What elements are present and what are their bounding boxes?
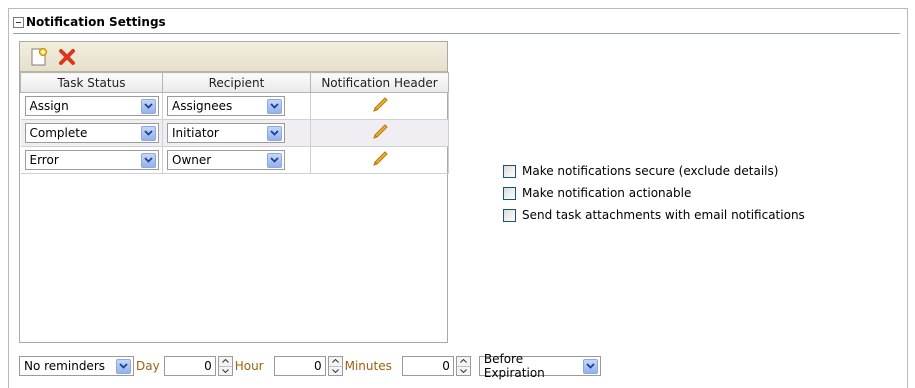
section-title: Notification Settings [26, 15, 166, 29]
edit-header-button[interactable] [371, 123, 389, 144]
minutes-spinner[interactable]: 0 [401, 356, 471, 376]
decrement-icon[interactable] [457, 367, 470, 376]
send-attachments-checkbox[interactable] [503, 208, 516, 222]
recipient-select[interactable]: Initiator [167, 123, 285, 143]
edit-header-button[interactable] [371, 96, 389, 117]
table-row[interactable]: Assign Assignees [20, 92, 449, 120]
chevron-down-icon[interactable] [267, 125, 282, 141]
chevron-down-icon[interactable] [140, 125, 156, 141]
add-document-icon [31, 47, 48, 65]
delete-x-icon [59, 48, 75, 65]
table-row[interactable]: Error Owner [20, 146, 449, 174]
delete-notification-button[interactable] [56, 46, 78, 68]
send-attachments-option[interactable]: Send task attachments with email notific… [503, 204, 805, 226]
chevron-down-icon[interactable] [140, 152, 156, 168]
edit-header-button[interactable] [371, 150, 389, 171]
pencil-icon [372, 96, 388, 112]
notification-options: Make notifications secure (exclude detai… [503, 160, 805, 226]
column-header-notification-header[interactable]: Notification Header [310, 72, 449, 93]
decrement-icon[interactable] [329, 367, 342, 376]
day-spinner[interactable]: 0 [163, 356, 233, 376]
actionable-notification-checkbox[interactable] [503, 186, 516, 200]
recipient-value: Initiator [172, 126, 219, 140]
minutes-label: Minutes [344, 359, 392, 373]
notifications-table-panel: Task Status Recipient Notification Heade… [19, 41, 449, 343]
section-header[interactable]: Notification Settings [13, 13, 893, 31]
checkbox-label: Send task attachments with email notific… [522, 208, 805, 222]
checkbox-label: Make notifications secure (exclude detai… [522, 164, 779, 178]
column-header-task-status[interactable]: Task Status [20, 72, 163, 93]
table-toolbar [20, 42, 447, 72]
section-divider [13, 33, 900, 34]
task-status-value: Assign [29, 99, 69, 113]
add-notification-button[interactable] [28, 46, 50, 68]
secure-notifications-checkbox[interactable] [503, 164, 516, 178]
recipient-select[interactable]: Owner [167, 150, 285, 170]
task-status-select[interactable]: Assign [24, 96, 159, 116]
reminder-select[interactable]: No reminders [19, 356, 134, 376]
hour-label: Hour [234, 359, 264, 373]
day-label: Day [136, 359, 160, 373]
day-spin-buttons[interactable] [217, 356, 233, 376]
task-status-value: Error [29, 153, 59, 167]
increment-icon[interactable] [328, 357, 342, 367]
task-status-select[interactable]: Complete [24, 123, 159, 143]
checkbox-label: Make notification actionable [522, 186, 692, 200]
task-status-value: Complete [29, 126, 88, 140]
pencil-icon [372, 123, 388, 139]
reminder-value: No reminders [24, 359, 105, 373]
column-header-recipient[interactable]: Recipient [162, 72, 311, 93]
actionable-notification-option[interactable]: Make notification actionable [503, 182, 805, 204]
hour-field[interactable]: 0 [273, 356, 326, 376]
hour-spin-buttons[interactable] [327, 356, 343, 376]
recipient-value: Owner [172, 153, 212, 167]
notifications-table: Task Status Recipient Notification Heade… [20, 72, 449, 174]
chevron-down-icon[interactable] [116, 358, 131, 374]
decrement-icon[interactable] [219, 367, 232, 376]
collapse-icon[interactable] [13, 17, 24, 28]
minutes-field[interactable]: 0 [401, 356, 454, 376]
chevron-down-icon[interactable] [267, 152, 282, 168]
recipient-value: Assignees [172, 99, 233, 113]
day-field[interactable]: 0 [163, 356, 216, 376]
increment-icon[interactable] [456, 357, 470, 367]
minutes-spin-buttons[interactable] [455, 356, 471, 376]
hour-spinner[interactable]: 0 [273, 356, 343, 376]
recipient-select[interactable]: Assignees [167, 96, 285, 116]
chevron-down-icon[interactable] [140, 98, 156, 114]
pencil-icon [372, 150, 388, 166]
table-row[interactable]: Complete Initiator [20, 119, 449, 147]
reminder-row: No reminders Day 0 Hour 0 Minutes 0 Befo… [19, 352, 601, 380]
chevron-down-icon[interactable] [267, 98, 282, 114]
secure-notifications-option[interactable]: Make notifications secure (exclude detai… [503, 160, 805, 182]
relative-to-value: Before Expiration [483, 352, 545, 380]
relative-to-select[interactable]: Before Expiration [478, 352, 601, 380]
increment-icon[interactable] [218, 357, 232, 367]
chevron-down-icon[interactable] [583, 358, 598, 374]
task-status-select[interactable]: Error [24, 150, 159, 170]
